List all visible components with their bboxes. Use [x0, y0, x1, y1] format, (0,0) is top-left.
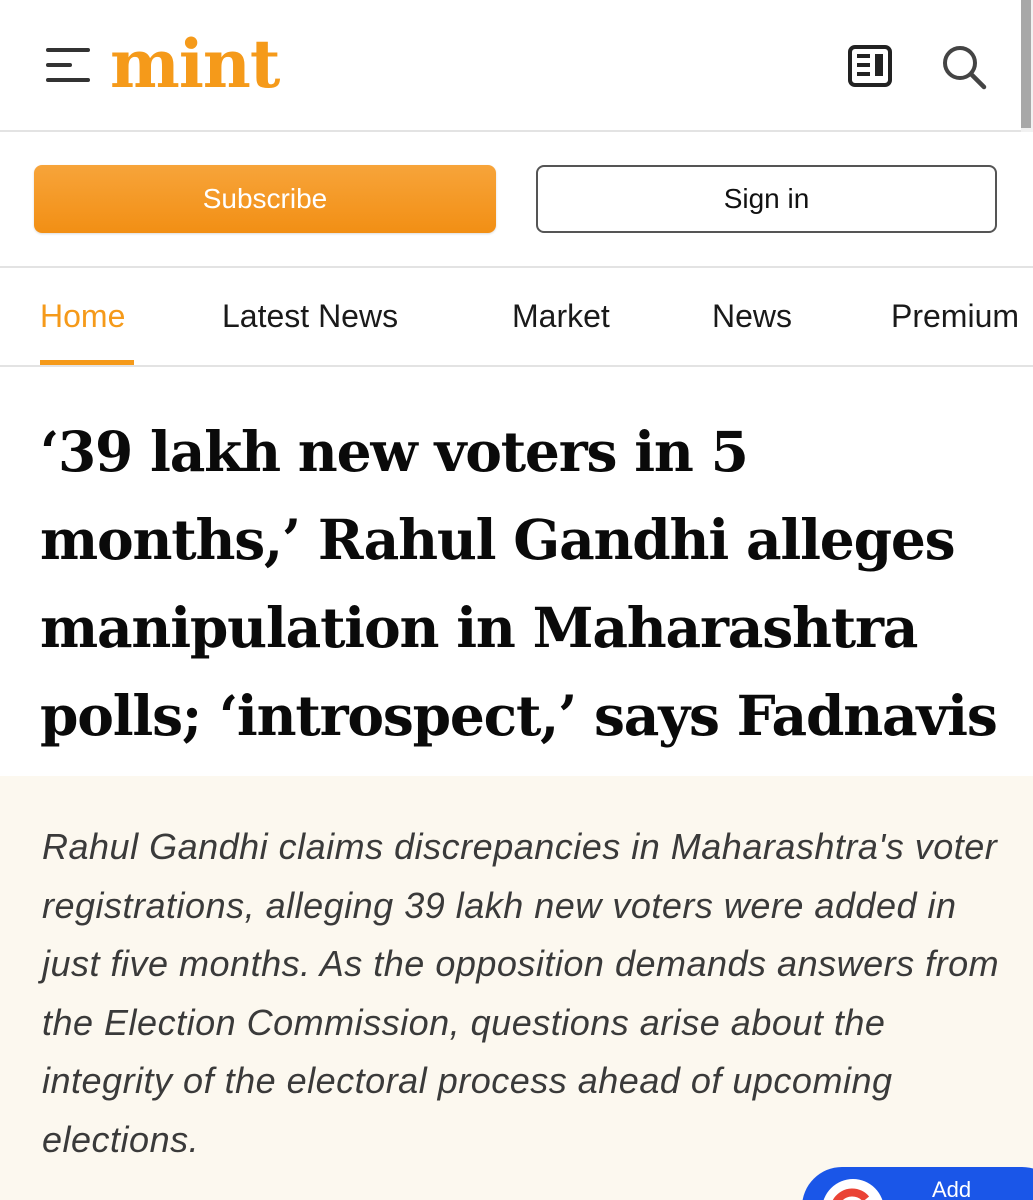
search-icon[interactable] [939, 42, 989, 92]
nav-item-market[interactable]: Market [512, 296, 610, 336]
active-tab-indicator [40, 360, 134, 365]
page: mint Subscribe Sign in Home Latest News … [0, 0, 1033, 1200]
auth-bar: Subscribe Sign in [0, 132, 1033, 268]
subscribe-button[interactable]: Subscribe [34, 165, 496, 233]
add-widget-button[interactable]: Add [802, 1167, 1033, 1200]
scrollbar-thumb[interactable] [1021, 0, 1031, 128]
nav-item-news[interactable]: News [712, 296, 792, 336]
article-headline: ‘39 lakh new voters in 5 months,’ Rahul … [40, 419, 998, 748]
newspaper-icon[interactable] [846, 43, 894, 89]
google-icon [822, 1179, 884, 1200]
site-header: mint [0, 0, 1033, 132]
hamburger-menu-icon[interactable] [46, 46, 92, 84]
nav-item-home[interactable]: Home [40, 296, 125, 336]
signin-button[interactable]: Sign in [536, 165, 997, 233]
article-summary: Rahul Gandhi claims discrepancies in Mah… [42, 826, 1000, 1160]
add-widget-label: Add [932, 1177, 972, 1200]
nav-item-premium[interactable]: Premium [891, 296, 1019, 336]
scrollbar[interactable] [1021, 0, 1033, 132]
mint-logo[interactable]: mint [110, 24, 280, 104]
nav-item-latest-news[interactable]: Latest News [222, 296, 398, 336]
section-nav: Home Latest News Market News Premium [0, 268, 1033, 367]
